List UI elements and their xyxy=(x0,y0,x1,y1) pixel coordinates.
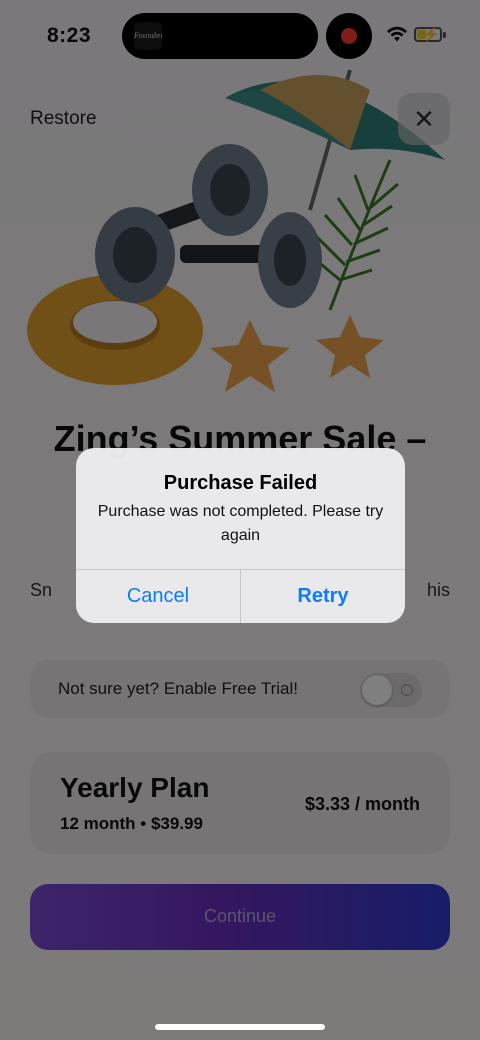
cancel-button[interactable]: Cancel xyxy=(76,570,240,623)
alert-title: Purchase Failed xyxy=(163,472,318,494)
home-indicator[interactable] xyxy=(155,1024,325,1030)
purchase-failed-alert: Purchase Failed Purchase was not complet… xyxy=(76,448,405,623)
retry-button[interactable]: Retry xyxy=(241,570,405,623)
alert-message: Purchase was not completed. Please try a… xyxy=(97,503,384,544)
